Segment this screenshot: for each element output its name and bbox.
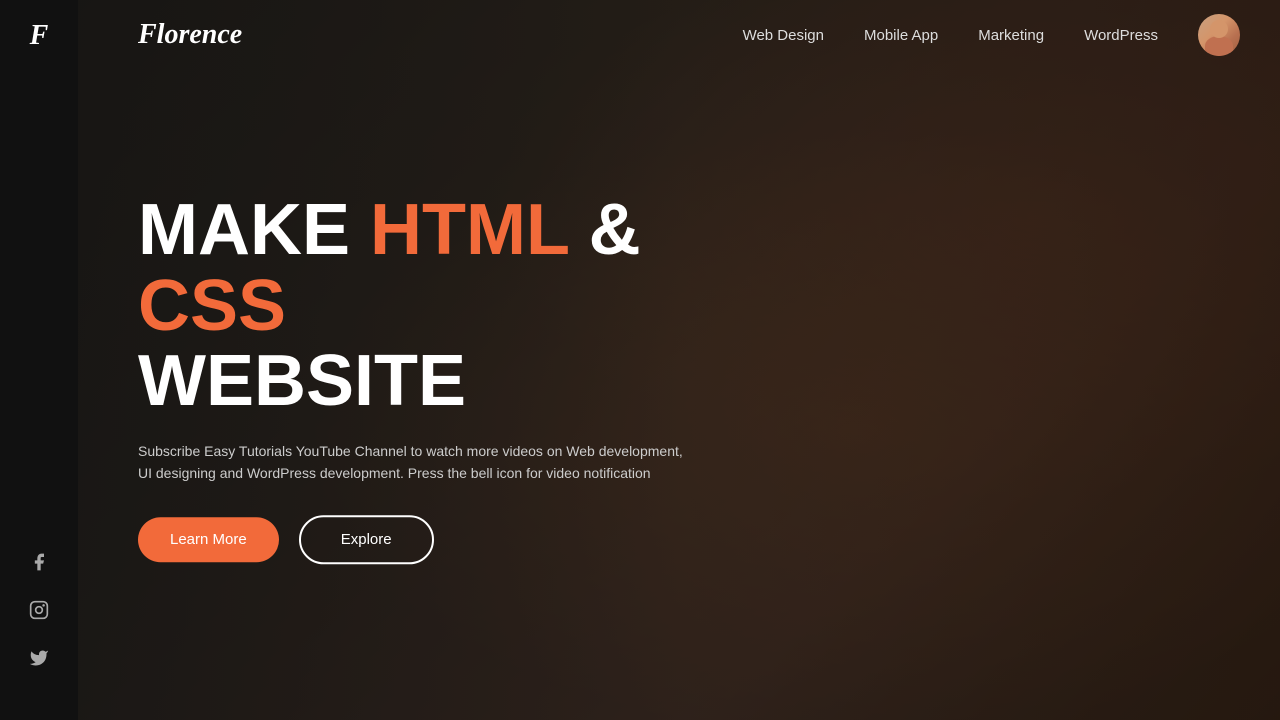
- hero-title-line1: MAKE HTML & CSS: [138, 193, 718, 344]
- nav-links: Web Design Mobile App Marketing WordPres…: [743, 14, 1240, 56]
- sidebar-top: F: [30, 20, 49, 52]
- hero-content: MAKE HTML & CSS WEBSITE Subscribe Easy T…: [138, 193, 718, 564]
- brand-name: Florence: [138, 19, 242, 51]
- twitter-icon[interactable]: [27, 646, 51, 670]
- page-wrapper: F: [0, 0, 1280, 720]
- nav-mobile-app[interactable]: Mobile App: [864, 27, 938, 44]
- sidebar-logo: F: [30, 20, 49, 52]
- nav-wordpress[interactable]: WordPress: [1084, 27, 1158, 44]
- sidebar-social: [27, 550, 51, 700]
- hero-description: Subscribe Easy Tutorials YouTube Channel…: [138, 440, 698, 485]
- nav-marketing[interactable]: Marketing: [978, 27, 1044, 44]
- hero-buttons: Learn More Explore: [138, 515, 718, 564]
- instagram-icon[interactable]: [27, 598, 51, 622]
- hero-title-make: MAKE: [138, 190, 370, 270]
- sidebar: F: [0, 0, 78, 720]
- explore-button[interactable]: Explore: [299, 515, 434, 564]
- hero-title-css: CSS: [138, 266, 286, 346]
- navbar: Florence Web Design Mobile App Marketing…: [78, 0, 1280, 70]
- facebook-icon[interactable]: [27, 550, 51, 574]
- hero-title-website: WEBSITE: [138, 344, 718, 420]
- nav-web-design[interactable]: Web Design: [743, 27, 824, 44]
- user-avatar[interactable]: [1198, 14, 1240, 56]
- hero-title: MAKE HTML & CSS WEBSITE: [138, 193, 718, 420]
- learn-more-button[interactable]: Learn More: [138, 517, 279, 562]
- hero-title-and: &: [569, 190, 641, 270]
- main-area: Florence Web Design Mobile App Marketing…: [78, 0, 1280, 720]
- hero-title-html: HTML: [370, 190, 569, 270]
